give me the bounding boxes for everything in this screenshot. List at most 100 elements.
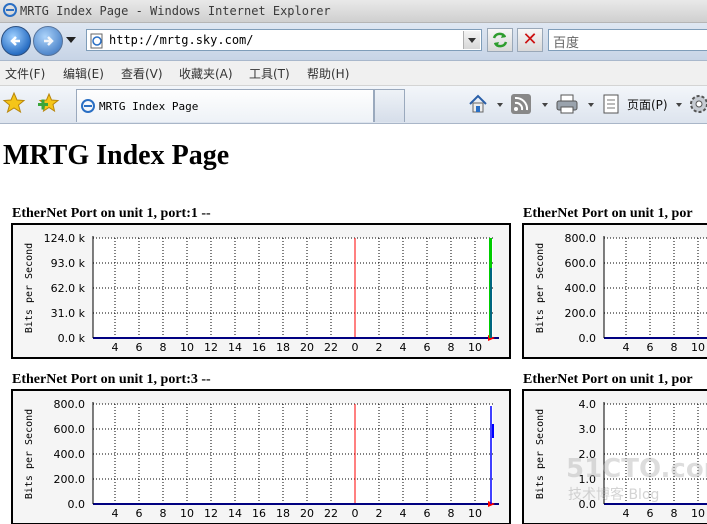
y-tick-label: 124.0 k [44, 232, 86, 245]
x-tick-label: 14 [228, 507, 242, 520]
title-bar: MRTG Index Page - Windows Internet Explo… [0, 0, 707, 23]
y-axis-label: Bits per Second [535, 243, 546, 333]
x-tick-label: 4 [400, 341, 407, 354]
y-tick-label: 0.0 [68, 498, 86, 511]
x-tick-label: 16 [252, 341, 266, 354]
x-tick-label: 2 [376, 507, 383, 520]
y-axis-label: Bits per Second [24, 409, 35, 499]
address-input[interactable]: http://mrtg.sky.com/ [86, 29, 482, 51]
graph-title-port3[interactable]: EtherNet Port on unit 1, port:3 -- [12, 372, 211, 388]
watermark-subtitle: 技术博客 Blog [568, 487, 660, 503]
y-axis-label: Bits per Second [24, 243, 35, 333]
y-tick-label: 62.0 k [51, 282, 86, 295]
print-icon[interactable] [555, 93, 579, 115]
y-tick-label: 800.0 [54, 398, 86, 411]
x-tick-label: 22 [324, 341, 338, 354]
new-tab-button[interactable] [374, 89, 405, 122]
menu-favorites[interactable]: 收藏夹(A) [179, 65, 233, 82]
x-tick-label: 6 [647, 507, 654, 520]
menu-file[interactable]: 文件(F) [5, 65, 45, 82]
forward-arrow-icon [44, 36, 54, 46]
home-icon[interactable] [467, 93, 489, 115]
home-dropdown-icon[interactable] [497, 103, 503, 107]
y-tick-label: 400.0 [54, 448, 86, 461]
menu-tools[interactable]: 工具(T) [249, 65, 290, 82]
graph-port1[interactable]: 4 6 8 10 12 14 16 18 20 22 0 2 4 6 8 10 124.0 k 93.0 k 62.… [11, 223, 511, 359]
x-tick-label: 20 [300, 341, 314, 354]
forward-button[interactable] [33, 26, 63, 56]
x-tick-label: 18 [276, 507, 290, 520]
window-title: MRTG Index Page - Windows Internet Explo… [20, 4, 331, 18]
x-tick-label: 6 [136, 507, 143, 520]
page-icon [90, 33, 103, 49]
address-url: http://mrtg.sky.com/ [109, 33, 254, 47]
back-button[interactable] [1, 26, 31, 56]
favorites-bar: MRTG Index Page 页面(P) [0, 86, 707, 124]
x-tick-label: 8 [160, 341, 167, 354]
graph-canvas: 468101214161820220246810800.0600.0400.02… [535, 232, 707, 354]
y-tick-label: 93.0 k [51, 257, 86, 270]
y-tick-label: 0.0 [579, 332, 597, 345]
address-dropdown-icon[interactable] [463, 31, 480, 49]
stop-icon: ✕ [522, 29, 538, 50]
favorites-star-icon[interactable] [2, 91, 26, 115]
rss-feed-icon[interactable] [510, 93, 532, 115]
x-tick-label: 10 [180, 341, 194, 354]
y-tick-label: 0.0 k [58, 332, 86, 345]
y-axis-label: Bits per Second [535, 409, 546, 499]
x-tick-label: 6 [647, 341, 654, 354]
x-tick-label: 10 [468, 341, 482, 354]
ie-logo-icon [3, 3, 17, 17]
x-tick-label: 10 [180, 507, 194, 520]
x-tick-label: 16 [252, 507, 266, 520]
feed-dropdown-icon[interactable] [542, 103, 548, 107]
graph-title-port1[interactable]: EtherNet Port on unit 1, port:1 -- [12, 206, 211, 222]
menu-edit[interactable]: 编辑(E) [63, 65, 104, 82]
x-tick-label: 14 [228, 341, 242, 354]
x-tick-label: 8 [671, 341, 678, 354]
graph-title-port2[interactable]: EtherNet Port on unit 1, por [523, 206, 693, 222]
watermark: 51CTO.com [566, 454, 707, 484]
x-tick-label: 4 [623, 341, 630, 354]
page-dropdown-icon[interactable] [676, 103, 682, 107]
graph-title-port4[interactable]: EtherNet Port on unit 1, por [523, 372, 693, 388]
refresh-icon [492, 32, 508, 48]
y-tick-label: 200.0 [54, 473, 86, 486]
y-tick-label: 600.0 [54, 423, 86, 436]
x-tick-label: 6 [424, 507, 431, 520]
search-input[interactable]: 百度 [548, 29, 707, 51]
y-tick-label: 3.0 [579, 423, 597, 436]
y-tick-label: 600.0 [565, 257, 597, 270]
page-menu[interactable]: 页面(P) [627, 96, 668, 113]
x-tick-label: 12 [204, 341, 218, 354]
refresh-button[interactable] [487, 28, 513, 52]
x-tick-label: 10 [691, 507, 705, 520]
tools-gear-icon[interactable] [688, 93, 707, 115]
graph-port2[interactable]: 468101214161820220246810800.0600.0400.02… [522, 223, 707, 359]
page-menu-icon[interactable] [601, 93, 623, 115]
stop-button[interactable]: ✕ [517, 28, 543, 52]
history-dropdown-icon[interactable] [66, 37, 76, 43]
x-tick-label: 4 [400, 507, 407, 520]
graph-port3[interactable]: 4 6 8 10 12 14 16 18 20 22 0 2 4 6 8 10 800.0 600.0 400.0 2… [11, 389, 511, 524]
address-toolbar: http://mrtg.sky.com/ ✕ 百度 [0, 23, 707, 61]
add-favorite-icon[interactable] [36, 91, 62, 115]
menu-view[interactable]: 查看(V) [121, 65, 163, 82]
x-tick-label: 20 [300, 507, 314, 520]
x-tick-label: 4 [112, 507, 119, 520]
page-content: MRTG Index Page EtherNet Port on unit 1,… [0, 124, 707, 524]
graph-canvas: 468101214161820220246810800.0600.0400.02… [24, 398, 499, 520]
x-tick-label: 10 [691, 341, 705, 354]
menu-help[interactable]: 帮助(H) [307, 65, 349, 82]
x-tick-label: 4 [623, 507, 630, 520]
x-tick-label: 6 [136, 341, 143, 354]
x-tick-label: 8 [160, 507, 167, 520]
x-tick-label: 4 [112, 341, 119, 354]
print-dropdown-icon[interactable] [588, 103, 594, 107]
x-tick-label: 10 [468, 507, 482, 520]
graph-canvas: 4 6 8 10 12 14 16 18 20 22 0 2 4 6 8 10 124.0 k 93.0 k 62.… [24, 232, 499, 354]
y-tick-label: 200.0 [565, 307, 597, 320]
x-tick-label: 18 [276, 341, 290, 354]
x-tick-label: 8 [671, 507, 678, 520]
tab-mrtg-index[interactable]: MRTG Index Page [76, 89, 374, 122]
